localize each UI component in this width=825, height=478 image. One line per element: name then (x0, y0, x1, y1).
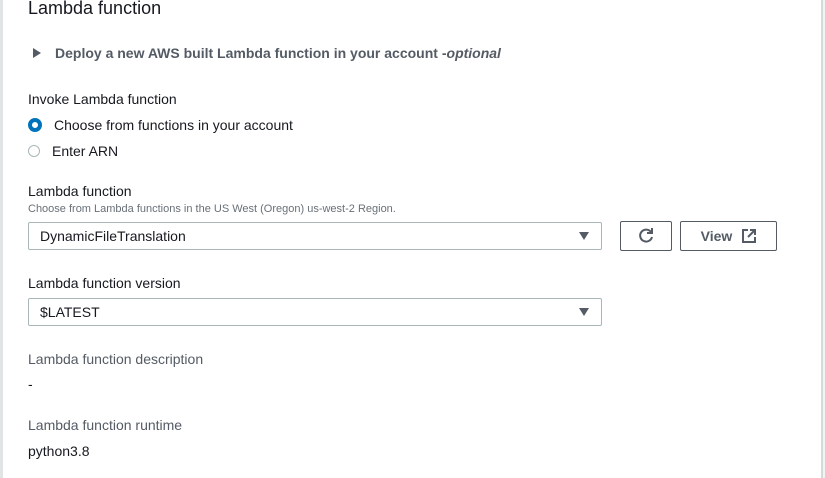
view-label: View (700, 228, 733, 244)
runtime-label: Lambda function runtime (28, 417, 183, 433)
expander-label: Deploy a new AWS built Lambda function i… (55, 45, 447, 61)
function-select[interactable]: DynamicFileTranslation (28, 222, 602, 250)
radio-label: Choose from functions in your account (54, 117, 293, 133)
version-select[interactable]: $LATEST (28, 298, 602, 326)
radio-selected-icon[interactable] (28, 118, 42, 132)
invoke-label: Invoke Lambda function (28, 91, 177, 107)
description-label: Lambda function description (28, 351, 204, 367)
function-select-value: DynamicFileTranslation (40, 228, 186, 244)
section-title: Lambda function (28, 0, 162, 18)
radio-unselected-icon[interactable] (28, 145, 40, 157)
function-label: Lambda function (28, 183, 132, 199)
view-button[interactable]: View (680, 221, 777, 251)
deploy-new-function-expander[interactable]: Deploy a new AWS built Lambda function i… (33, 45, 501, 61)
radio-choose-from-account[interactable]: Choose from functions in your account (28, 117, 293, 133)
caret-right-icon (33, 48, 41, 58)
version-select-value: $LATEST (40, 304, 100, 320)
version-label: Lambda function version (28, 275, 181, 291)
lambda-function-panel: Lambda function Deploy a new AWS built L… (0, 0, 823, 478)
description-value: - (28, 376, 33, 392)
external-link-icon (742, 229, 757, 243)
refresh-button[interactable] (620, 221, 672, 251)
radio-enter-arn[interactable]: Enter ARN (28, 143, 118, 159)
refresh-icon (639, 228, 653, 243)
caret-down-icon (579, 308, 589, 316)
radio-label: Enter ARN (52, 143, 119, 159)
caret-down-icon (579, 232, 589, 240)
optional-label: optional (446, 45, 501, 61)
function-hint: Choose from Lambda functions in the US W… (28, 203, 396, 215)
runtime-value: python3.8 (28, 443, 90, 459)
